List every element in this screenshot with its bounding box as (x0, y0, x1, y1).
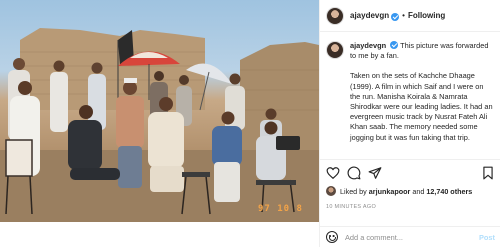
caption-line-2: Taken on the sets of Kachche Dhaage (199… (350, 71, 493, 142)
likes-others-count[interactable]: 12,740 others (426, 187, 472, 196)
bookmark-icon[interactable] (481, 166, 495, 180)
following-button[interactable]: Following (408, 11, 445, 20)
post-side-panel: ajaydevgn • Following ajaydevgn This pic… (319, 0, 500, 247)
avatar[interactable] (326, 6, 344, 25)
comment-bar: Post (320, 226, 500, 247)
caption-username[interactable]: ajaydevgn (350, 41, 386, 50)
caption-text: ajaydevgn This picture was forwarded to … (350, 40, 495, 143)
liker-username[interactable]: arjunkapoor (369, 187, 411, 196)
post-actions (320, 159, 500, 183)
post-comment-button[interactable]: Post (479, 233, 495, 242)
emoji-icon[interactable] (326, 231, 338, 243)
verified-badge-icon (390, 41, 399, 49)
likes-summary: Liked by arjunkapoor and 12,740 others (326, 186, 500, 196)
comment-bubble-icon[interactable] (347, 166, 361, 180)
likes-connector: and (412, 186, 425, 196)
post-caption: ajaydevgn This picture was forwarded to … (320, 36, 500, 143)
post-header: ajaydevgn • Following (320, 0, 500, 32)
likes-prefix: Liked by (340, 186, 367, 196)
photo-date-stamp: 97 10 8 (258, 204, 303, 214)
comment-input[interactable] (345, 232, 465, 242)
post-photo[interactable]: 97 10 8 (0, 0, 319, 222)
header-separator: • (402, 11, 405, 20)
verified-badge-icon (391, 12, 400, 21)
caption-avatar[interactable] (326, 41, 344, 59)
post-timestamp[interactable]: 10 MINUTES AGO (326, 204, 376, 210)
post-username[interactable]: ajaydevgn (350, 11, 389, 20)
heart-icon[interactable] (326, 166, 340, 180)
paper-plane-icon[interactable] (368, 166, 382, 180)
liker-avatar[interactable] (326, 186, 336, 196)
photo-scene (0, 28, 319, 222)
